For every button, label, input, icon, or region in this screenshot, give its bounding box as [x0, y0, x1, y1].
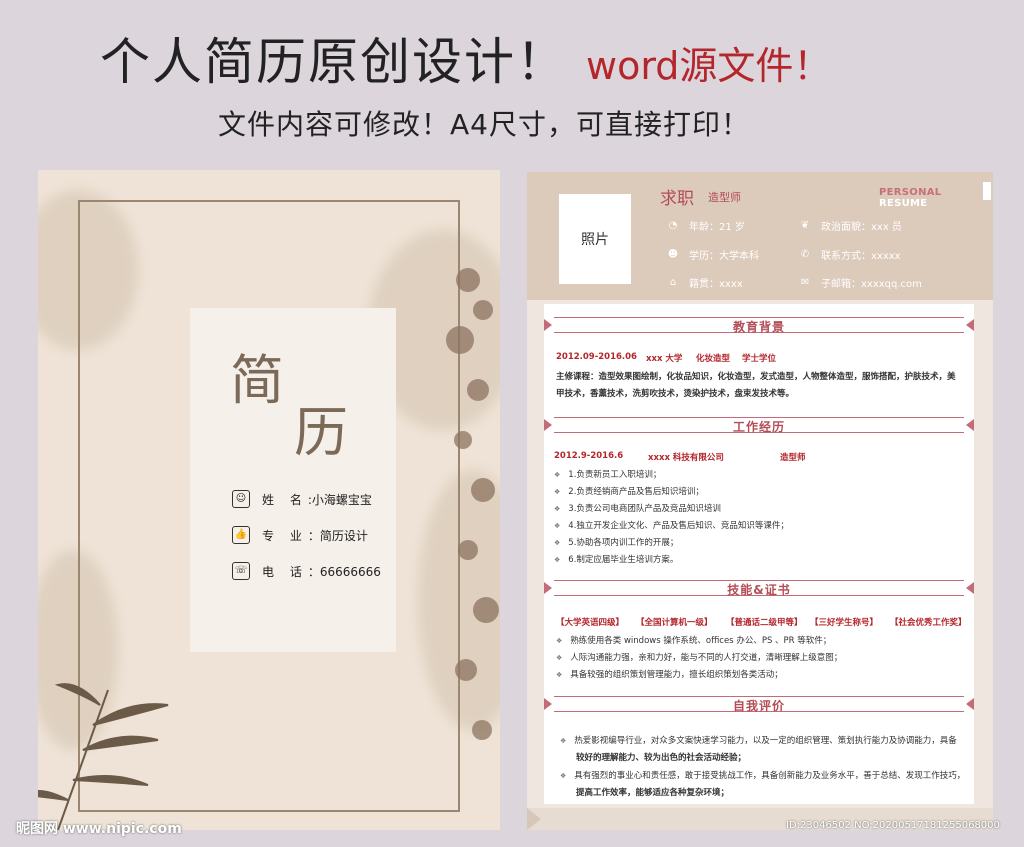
photo-placeholder: 照片: [559, 194, 631, 284]
skill-item: 熟练使用各类 windows 操作系统、offices 办公、PS 、PR 等软…: [556, 634, 831, 646]
job-label: 求职: [660, 189, 694, 209]
edu-courses-1: 主修课程：造型效果图绘制，化妆品知识，化妆造型，发式造型，人物整体造型，服饰搭配…: [556, 372, 956, 382]
watermark-left: 昵图网 www.nipic.com: [16, 821, 182, 837]
cover-card: 简 历 ☺ 姓 名 :小海螺宝宝 👍 专 业 ：简历设计 ☏ 电 话 ：6666…: [190, 308, 396, 652]
person-icon: ☻: [667, 249, 679, 260]
home-icon: ⌂: [669, 277, 677, 288]
job-title: 造型师: [708, 191, 741, 204]
resume-header: 照片 求职 造型师 PERSONAL RESUME ◔ 年龄：21 岁 ❦ 政治面貌…: [527, 172, 993, 300]
work-item: 2.负责经销商产品及售后知识培训；: [554, 485, 704, 497]
phone-icon: ☏: [232, 562, 250, 580]
cover-info-phone: ☏ 电 话 ：66666666: [232, 562, 381, 580]
work-item: 1.负责新员工入职培训；: [554, 468, 661, 480]
resume-body: 教育背景 2012.09-2016.06 xxx 大学 化妆造型 学士学位 主修…: [544, 304, 974, 804]
ink-stain: [38, 190, 138, 350]
headline-accent: word源文件！: [586, 44, 832, 88]
evaluation-item: 具有强烈的事业心和责任感，敢于接受挑战工作，具备创新能力及业务水平，善于总结、发…: [560, 769, 965, 781]
skill-item: 人际沟通能力强，亲和力好，能与不同的人打交道，清晰理解上级意图；: [556, 651, 842, 663]
section-title-education: 教育背景: [544, 317, 974, 334]
evaluation-continued: 较好的理解能力、较为出色的社会活动经验；: [576, 753, 747, 763]
info-contact-text: 联系方式：xxxxx: [821, 251, 901, 262]
info-education: ☻ 学历：大学本科: [667, 247, 759, 262]
clock-icon: ◔: [668, 220, 678, 231]
cover-info-name: ☺ 姓 名 :小海螺宝宝: [232, 490, 372, 508]
leaf-icon: ❦: [800, 220, 810, 231]
edu-period: 2012.09-2016.06: [556, 352, 637, 362]
header-bar: [983, 182, 991, 200]
cover-title-1: 简: [230, 349, 284, 412]
cert: 【普通话二级甲等】: [726, 618, 803, 628]
evaluation-item: 热爱影视编导行业，对众多文案快速学习能力，以及一定的组织管理、策划执行能力及协调…: [560, 734, 957, 746]
cover-info-label: 专 业: [262, 528, 308, 543]
work-item: 3.负责公司电商团队产品及竞品知识培训: [554, 502, 721, 514]
cover-info-value: ：简历设计: [307, 528, 368, 543]
info-email: ✉ 子邮箱：xxxxqq.com: [799, 275, 922, 290]
edu-major: 化妆造型: [696, 354, 731, 364]
section-title-text: 工作经历: [732, 420, 785, 434]
edu-school: xxx 大学: [646, 354, 683, 364]
person-icon: ☺: [232, 490, 250, 508]
work-item: 6.制定应届毕业生培训方案。: [554, 553, 678, 565]
flower-illustration: [446, 268, 499, 740]
headline-main: 个人简历原创设计！: [100, 33, 568, 91]
work-period: 2012.9-2016.6: [554, 451, 624, 461]
thumbs-up-icon: 👍: [232, 526, 250, 544]
section-title-evaluation: 自我评价: [544, 696, 974, 713]
subhead: 文件内容可修改！A4尺寸，可直接打印！: [218, 108, 750, 141]
cert: 【三好学生称号】: [810, 618, 879, 628]
skill-item: 具备较强的组织策划管理能力，擅长组织策划各类活动；: [556, 668, 783, 680]
info-age-text: 年龄：21 岁: [689, 222, 745, 233]
info-hometown-text: 籍贯：xxxx: [689, 279, 743, 290]
cover-info-value: ：66666666: [307, 564, 381, 579]
cover-info-label: 电 话: [262, 564, 308, 579]
bamboo-illustration: [38, 683, 169, 830]
section-title-skills: 技能&证书: [544, 580, 974, 597]
cover-info-value: :小海螺宝宝: [307, 492, 372, 507]
personal-resume-label: PERSONAL RESUME: [879, 187, 993, 209]
info-education-text: 学历：大学本科: [689, 251, 759, 262]
cert: 【社会优秀工作奖】: [890, 618, 967, 628]
work-company: xxxx 科技有限公司: [648, 453, 724, 463]
info-hometown: ⌂ 籍贯：xxxx: [667, 275, 743, 290]
section-title-text: 技能&证书: [727, 583, 791, 597]
info-politics-text: 政治面貌：xxx 员: [821, 222, 902, 233]
cert: 【全国计算机一级】: [636, 618, 713, 628]
edu-degree: 学士学位: [742, 354, 777, 364]
frame-top: [78, 200, 460, 202]
work-item: 5.协助各项内训工作的开展；: [554, 536, 678, 548]
phone-icon: ✆: [800, 249, 810, 260]
work-item: 4.独立开发企业文化、产品及售后知识、竞品知识等课件；: [554, 519, 789, 531]
resume-page: 照片 求职 造型师 PERSONAL RESUME ◔ 年龄：21 岁 ❦ 政治面貌…: [527, 172, 993, 830]
personal-text: PERSONAL: [879, 187, 942, 198]
cover-info-major: 👍 专 业 ：简历设计: [232, 526, 368, 544]
work-position: 造型师: [780, 453, 806, 463]
resume-text: RESUME: [879, 198, 928, 209]
edu-courses-2: 甲技术，香薰技术，洗剪吹技术，烫染护技术，盘束发技术等。: [556, 389, 795, 399]
section-title-work: 工作经历: [544, 417, 974, 434]
headline: 个人简历原创设计！ word源文件！: [100, 22, 831, 94]
watermark-right: ID:23046502 NO:20200517181255068000: [786, 820, 1000, 831]
cover-info-label: 姓 名: [262, 492, 308, 507]
cert: 【大学英语四级】: [556, 618, 625, 628]
mail-icon: ✉: [800, 277, 810, 288]
info-contact: ✆ 联系方式：xxxxx: [799, 247, 901, 262]
cover-title-2: 历: [294, 401, 348, 464]
section-title-text: 教育背景: [732, 320, 785, 334]
section-title-text: 自我评价: [732, 699, 785, 713]
evaluation-continued: 提高工作效率，能够适应各种复杂环境；: [576, 788, 730, 798]
info-age: ◔ 年龄：21 岁: [667, 218, 745, 233]
cover-page: 简 历 ☺ 姓 名 :小海螺宝宝 👍 专 业 ：简历设计 ☏ 电 话 ：6666…: [38, 170, 500, 830]
info-email-text: 子邮箱：xxxxqq.com: [821, 279, 922, 290]
info-politics: ❦ 政治面貌：xxx 员: [799, 218, 902, 233]
